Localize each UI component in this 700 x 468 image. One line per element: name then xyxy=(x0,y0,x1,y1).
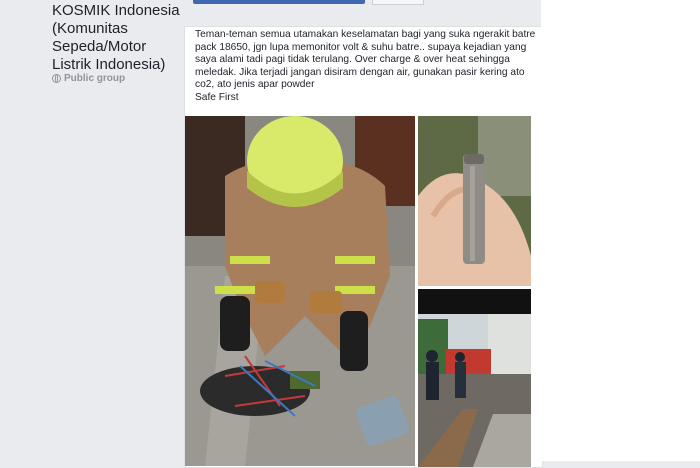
group-privacy: Public group xyxy=(52,73,125,84)
globe-icon xyxy=(52,74,61,83)
post-photo-scene[interactable] xyxy=(418,289,531,467)
right-column xyxy=(541,0,700,461)
group-name-link[interactable]: KOSMIK Indonesia (Komunitas Sepeda/Motor… xyxy=(52,2,180,74)
firefighter-illustration xyxy=(185,116,415,466)
scene-illustration xyxy=(418,289,531,467)
primary-action-button[interactable] xyxy=(193,0,365,4)
secondary-action-button[interactable] xyxy=(372,0,424,5)
group-privacy-label: Public group xyxy=(64,73,126,84)
post-text: Teman-teman semua utamakan keselamatan b… xyxy=(195,29,536,103)
group-sidebar: KOSMIK Indonesia (Komunitas Sepeda/Motor… xyxy=(0,0,183,461)
post-photo-battery-cell[interactable] xyxy=(418,116,531,286)
feed-post: Teman-teman semua utamakan keselamatan b… xyxy=(184,26,543,468)
post-photo-firefighter[interactable] xyxy=(185,116,415,466)
battery-cell-illustration xyxy=(418,116,531,286)
